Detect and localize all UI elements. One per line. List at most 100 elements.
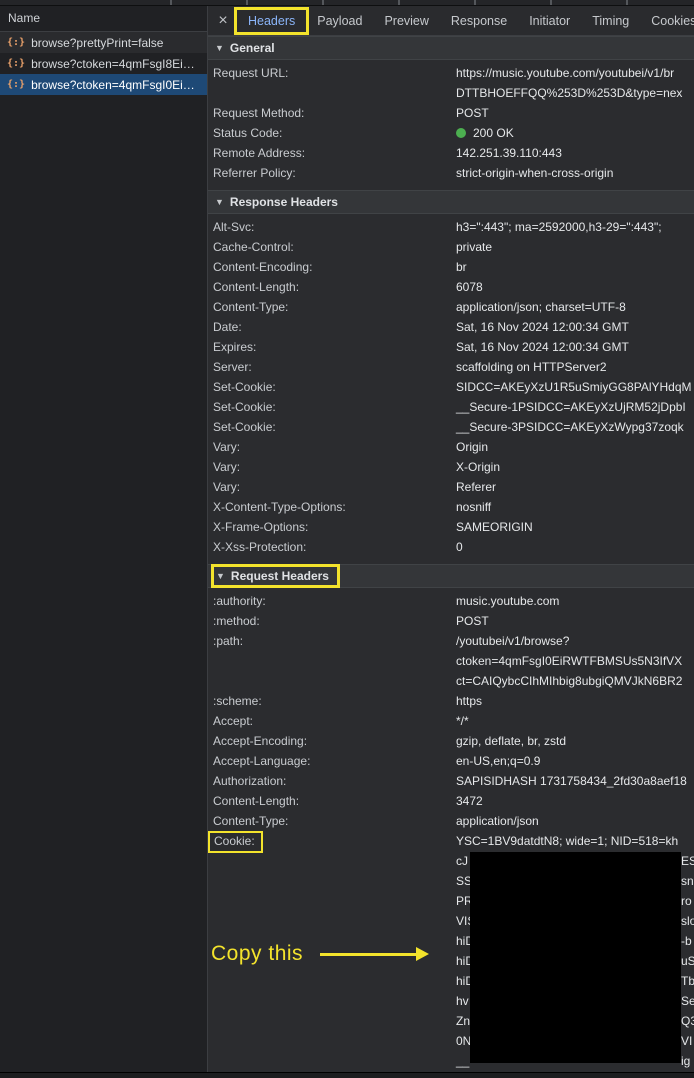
- header-value-line: SAMEORIGIN: [456, 517, 694, 537]
- tab-timing[interactable]: Timing: [581, 10, 640, 32]
- section-rows: Request URL:https://music.youtube.com/yo…: [208, 60, 694, 190]
- disclosure-triangle-icon: ▼: [215, 197, 224, 207]
- header-value: /youtubei/v1/browse?ctoken=4qmFsgI0EiRWT…: [456, 631, 694, 691]
- header-value-line: gzip, deflate, br, zstd: [456, 731, 694, 751]
- header-row: X-Xss-Protection:0: [208, 537, 694, 557]
- section-title: General: [230, 41, 275, 55]
- header-value-line: private: [456, 237, 694, 257]
- arrow-right-icon: [416, 947, 429, 961]
- header-row: Cache-Control:private: [208, 237, 694, 257]
- header-value-line: scaffolding on HTTPServer2: [456, 357, 694, 377]
- header-row: Server:scaffolding on HTTPServer2: [208, 357, 694, 377]
- header-value-line: 6078: [456, 277, 694, 297]
- cookie-fragment-right: ro: [681, 891, 692, 911]
- header-name: Authorization:: [208, 771, 456, 791]
- header-value-line: Referer: [456, 477, 694, 497]
- cookie-fragment-right: VI: [681, 1031, 692, 1051]
- header-name: Vary:: [208, 437, 456, 457]
- cookie-fragment-right: Q3: [681, 1011, 694, 1031]
- name-column-header[interactable]: Name: [0, 6, 207, 32]
- network-request-item[interactable]: {:}browse?prettyPrint=false: [0, 32, 207, 53]
- header-value: 3472: [456, 791, 694, 811]
- cookie-fragment-right: ES: [681, 851, 694, 871]
- header-value: Sat, 16 Nov 2024 12:00:34 GMT: [456, 337, 694, 357]
- header-row: Content-Length:3472: [208, 791, 694, 811]
- header-value: SAMEORIGIN: [456, 517, 694, 537]
- cookie-fragment-left: Zn: [456, 1014, 470, 1028]
- section-rows: :authority:music.youtube.com:method:POST…: [208, 588, 694, 1078]
- header-value: h3=":443"; ma=2592000,h3-29=":443";: [456, 217, 694, 237]
- tab-initiator[interactable]: Initiator: [518, 10, 581, 32]
- section-header-request-headers[interactable]: ▼ Request Headers: [208, 564, 694, 588]
- network-request-item[interactable]: {:} browse?ctoken=4qmFsgI0Ei…: [0, 74, 207, 95]
- header-name: Vary:: [208, 457, 456, 477]
- header-row: Request Method:POST: [208, 103, 694, 123]
- header-value-line: X-Origin: [456, 457, 694, 477]
- headers-sections: ▼GeneralRequest URL:https://music.youtub…: [208, 36, 694, 1078]
- section-header-response-headers[interactable]: ▼ Response Headers: [208, 190, 694, 214]
- header-value-line: en-US,en;q=0.9: [456, 751, 694, 771]
- detail-tabbar: × HeadersPayloadPreviewResponseInitiator…: [208, 6, 694, 36]
- header-name: Date:: [208, 317, 456, 337]
- header-row: :path:/youtubei/v1/browse?ctoken=4qmFsgI…: [208, 631, 694, 691]
- tab-headers[interactable]: Headers: [237, 10, 306, 32]
- request-name-label: browse?ctoken=4qmFsgI0Ei…: [31, 78, 195, 92]
- json-request-icon: {:}: [7, 79, 25, 90]
- header-row: Content-Type:application/json; charset=U…: [208, 297, 694, 317]
- header-value-line: https: [456, 691, 694, 711]
- header-row: :method:POST: [208, 611, 694, 631]
- header-name: Content-Encoding:: [208, 257, 456, 277]
- header-row: Accept-Language:en-US,en;q=0.9: [208, 751, 694, 771]
- header-row: Vary:Referer: [208, 477, 694, 497]
- header-value: application/json: [456, 811, 694, 831]
- disclosure-triangle-icon: ▼: [216, 571, 225, 581]
- header-name: Cache-Control:: [208, 237, 456, 257]
- json-request-icon: {:}: [7, 37, 25, 48]
- cookie-label-highlight: Cookie:: [208, 831, 263, 853]
- cookie-fragment-right: Se: [681, 991, 694, 1011]
- header-name: Server:: [208, 357, 456, 377]
- cookie-fragment-right: -b: [681, 931, 692, 951]
- header-value-line: application/json; charset=UTF-8: [456, 297, 694, 317]
- header-value-line: __Secure-3PSIDCC=AKEyXzWypg37zoqk: [456, 417, 694, 437]
- network-request-list: Name {:}browse?prettyPrint=false{:}brows…: [0, 6, 208, 1072]
- tab-cookies[interactable]: Cookies: [640, 10, 694, 32]
- tab-payload[interactable]: Payload: [306, 10, 373, 32]
- section-header-inner: ▼ Request Headers: [211, 564, 340, 588]
- header-row: Content-Type:application/json: [208, 811, 694, 831]
- json-request-icon: {:}: [7, 58, 25, 69]
- section-title: Request Headers: [231, 569, 329, 583]
- header-name: Accept-Encoding:: [208, 731, 456, 751]
- header-name: Vary:: [208, 477, 456, 497]
- header-value: X-Origin: [456, 457, 694, 477]
- header-row: Date:Sat, 16 Nov 2024 12:00:34 GMT: [208, 317, 694, 337]
- section-title: Response Headers: [230, 195, 338, 209]
- section-rows: Alt-Svc:h3=":443"; ma=2592000,h3-29=":44…: [208, 214, 694, 564]
- request-name-label: browse?ctoken=4qmFsgI8Ei…: [31, 57, 195, 71]
- network-request-item[interactable]: {:} browse?ctoken=4qmFsgI8Ei…: [0, 53, 207, 74]
- header-value: Referer: [456, 477, 694, 497]
- header-name: Cookie:: [208, 831, 456, 853]
- tab-response[interactable]: Response: [440, 10, 518, 32]
- close-icon[interactable]: ×: [213, 13, 233, 29]
- cropped-bottom-strip: [0, 1072, 694, 1078]
- header-row: Authorization:SAPISIDHASH 1731758434_2fd…: [208, 771, 694, 791]
- header-row: X-Frame-Options:SAMEORIGIN: [208, 517, 694, 537]
- cookie-fragment-right: sn: [681, 871, 694, 891]
- header-value-line: SIDCC=AKEyXzU1R5uSmiyGG8PAlYHdqM: [456, 377, 694, 397]
- header-value-line: application/json: [456, 811, 694, 831]
- cookie-fragment-left: cJ: [456, 854, 468, 868]
- section-header-inner: ▼General: [213, 39, 283, 57]
- header-row: Expires:Sat, 16 Nov 2024 12:00:34 GMT: [208, 337, 694, 357]
- header-value-line: ct=CAIQybcCIhMIhbig8ubgiQMVJkN6BR2: [456, 671, 694, 691]
- header-value-line: nosniff: [456, 497, 694, 517]
- header-name: Referrer Policy:: [208, 163, 456, 183]
- tab-preview[interactable]: Preview: [373, 10, 439, 32]
- header-value: */*: [456, 711, 694, 731]
- header-value-line: 142.251.39.110:443: [456, 143, 694, 163]
- section-header-general[interactable]: ▼General: [208, 36, 694, 60]
- header-value: application/json; charset=UTF-8: [456, 297, 694, 317]
- header-value-line: ctoken=4qmFsgI0EiRWTFBMSUs5N3IfVX: [456, 651, 694, 671]
- header-value-line: https://music.youtube.com/youtubei/v1/br: [456, 63, 694, 83]
- header-name: X-Frame-Options:: [208, 517, 456, 537]
